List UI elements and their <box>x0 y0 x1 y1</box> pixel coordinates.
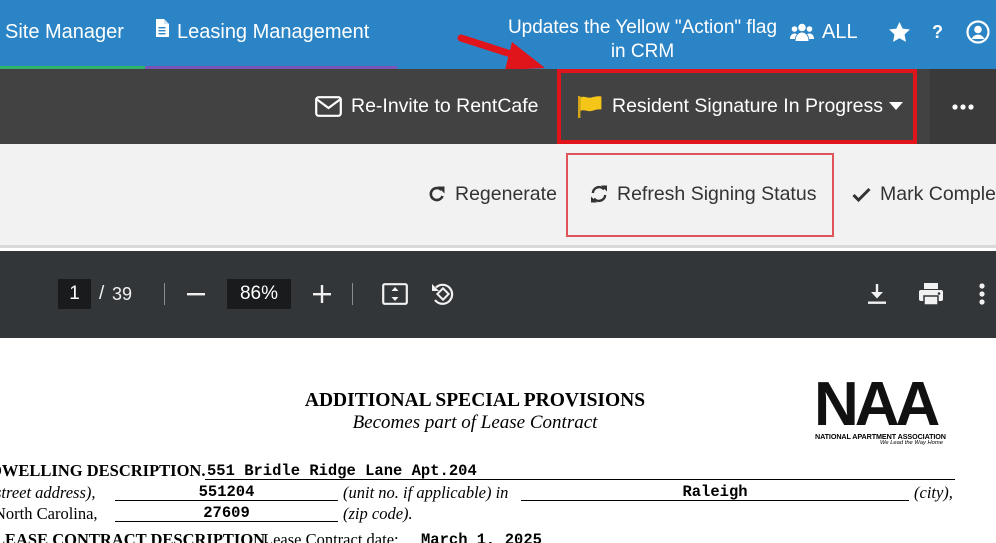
page-number-input[interactable]: 1 <box>58 279 91 309</box>
star-icon <box>889 22 910 42</box>
document-subtitle: Becomes part of Lease Contract <box>352 412 598 433</box>
document-title: ADDITIONAL SPECIAL PROVISIONS <box>304 390 646 411</box>
regenerate-button[interactable]: Regenerate <box>428 144 557 244</box>
lease-contract-label: LEASE CONTRACT DESCRIPTION. <box>0 530 270 543</box>
naa-logo-mark: NAA <box>814 370 940 439</box>
unit-number-label: (unit no. if applicable) in <box>343 483 509 502</box>
plus-icon <box>313 285 331 303</box>
form-underline <box>205 479 955 480</box>
zip-code-value: 27609 <box>203 504 250 522</box>
more-actions-button[interactable] <box>930 69 996 144</box>
page-separator: / <box>99 283 105 304</box>
status-highlight-box <box>557 69 917 144</box>
help-icon: ? <box>932 21 943 42</box>
state-value: North Carolina, <box>0 504 98 523</box>
user-account-button[interactable] <box>966 0 990 64</box>
pdf-viewer-toolbar: 1 / 39 86% <box>0 251 996 338</box>
zoom-out-button[interactable] <box>179 277 213 311</box>
fit-page-icon <box>382 283 408 305</box>
minus-icon <box>187 293 205 296</box>
download-button[interactable] <box>860 277 894 311</box>
all-label: ALL <box>822 20 858 43</box>
users-icon <box>790 23 814 41</box>
reinvite-label: Re-Invite to RentCafe <box>351 95 539 117</box>
tab-leasing-label: Leasing Management <box>177 21 370 43</box>
check-icon <box>852 187 871 202</box>
mark-complete-button[interactable]: Mark Comple <box>852 144 996 244</box>
zoom-level-input[interactable]: 86% <box>227 279 291 309</box>
lease-date-label: Lease Contract date: <box>263 530 399 543</box>
dwelling-description-label: DWELLING DESCRIPTION. <box>0 461 206 480</box>
rotate-icon <box>432 283 454 305</box>
rotate-button[interactable] <box>426 277 460 311</box>
document-actions-toolbar: Regenerate Refresh Signing Status Mark C… <box>0 144 996 248</box>
reinvite-rentcafe-button[interactable]: Re-Invite to RentCafe <box>315 69 539 144</box>
naa-logo-tagline: We Lead the Way Home <box>880 440 943 446</box>
redo-icon <box>429 186 445 202</box>
naa-logo: NAA NATIONAL APARTMENT ASSOCIATION We Le… <box>810 374 958 448</box>
lease-date-value: March 1, 2025 <box>421 531 542 543</box>
fit-to-page-button[interactable] <box>378 277 412 311</box>
print-button[interactable] <box>914 277 948 311</box>
zoom-in-button[interactable] <box>305 277 339 311</box>
more-options-button[interactable] <box>968 277 996 311</box>
mark-complete-label: Mark Comple <box>880 182 996 205</box>
user-circle-icon <box>966 20 990 44</box>
toolbar-divider <box>352 283 353 305</box>
city-label: (city), <box>914 483 953 502</box>
zip-code-label: (zip code). <box>343 504 413 523</box>
vertical-ellipsis-icon <box>979 283 985 305</box>
favorites-button[interactable] <box>889 0 910 64</box>
help-button[interactable]: ? <box>932 0 943 64</box>
tab-leasing-management[interactable]: Leasing Management <box>145 0 397 69</box>
tab-site-manager[interactable]: Site Manager <box>0 0 145 69</box>
printer-icon <box>919 283 943 306</box>
toolbar-divider <box>164 283 165 305</box>
all-filter-button[interactable]: ALL <box>790 0 858 64</box>
download-icon <box>868 284 886 304</box>
refresh-highlight-box <box>566 153 834 237</box>
city-value: Raleigh <box>682 483 748 501</box>
document-icon <box>155 0 169 63</box>
street-address-label: street address), <box>0 483 96 502</box>
envelope-icon <box>315 96 342 117</box>
street-address-value: 551 Bridle Ridge Lane Apt.204 <box>207 462 477 480</box>
ellipsis-icon <box>952 103 974 110</box>
pdf-document-page: ADDITIONAL SPECIAL PROVISIONS Becomes pa… <box>0 338 996 543</box>
red-arrow-annotation <box>457 34 545 70</box>
regenerate-label: Regenerate <box>455 182 557 205</box>
unit-number-value: 551204 <box>198 483 255 501</box>
page-count: 39 <box>112 284 133 304</box>
